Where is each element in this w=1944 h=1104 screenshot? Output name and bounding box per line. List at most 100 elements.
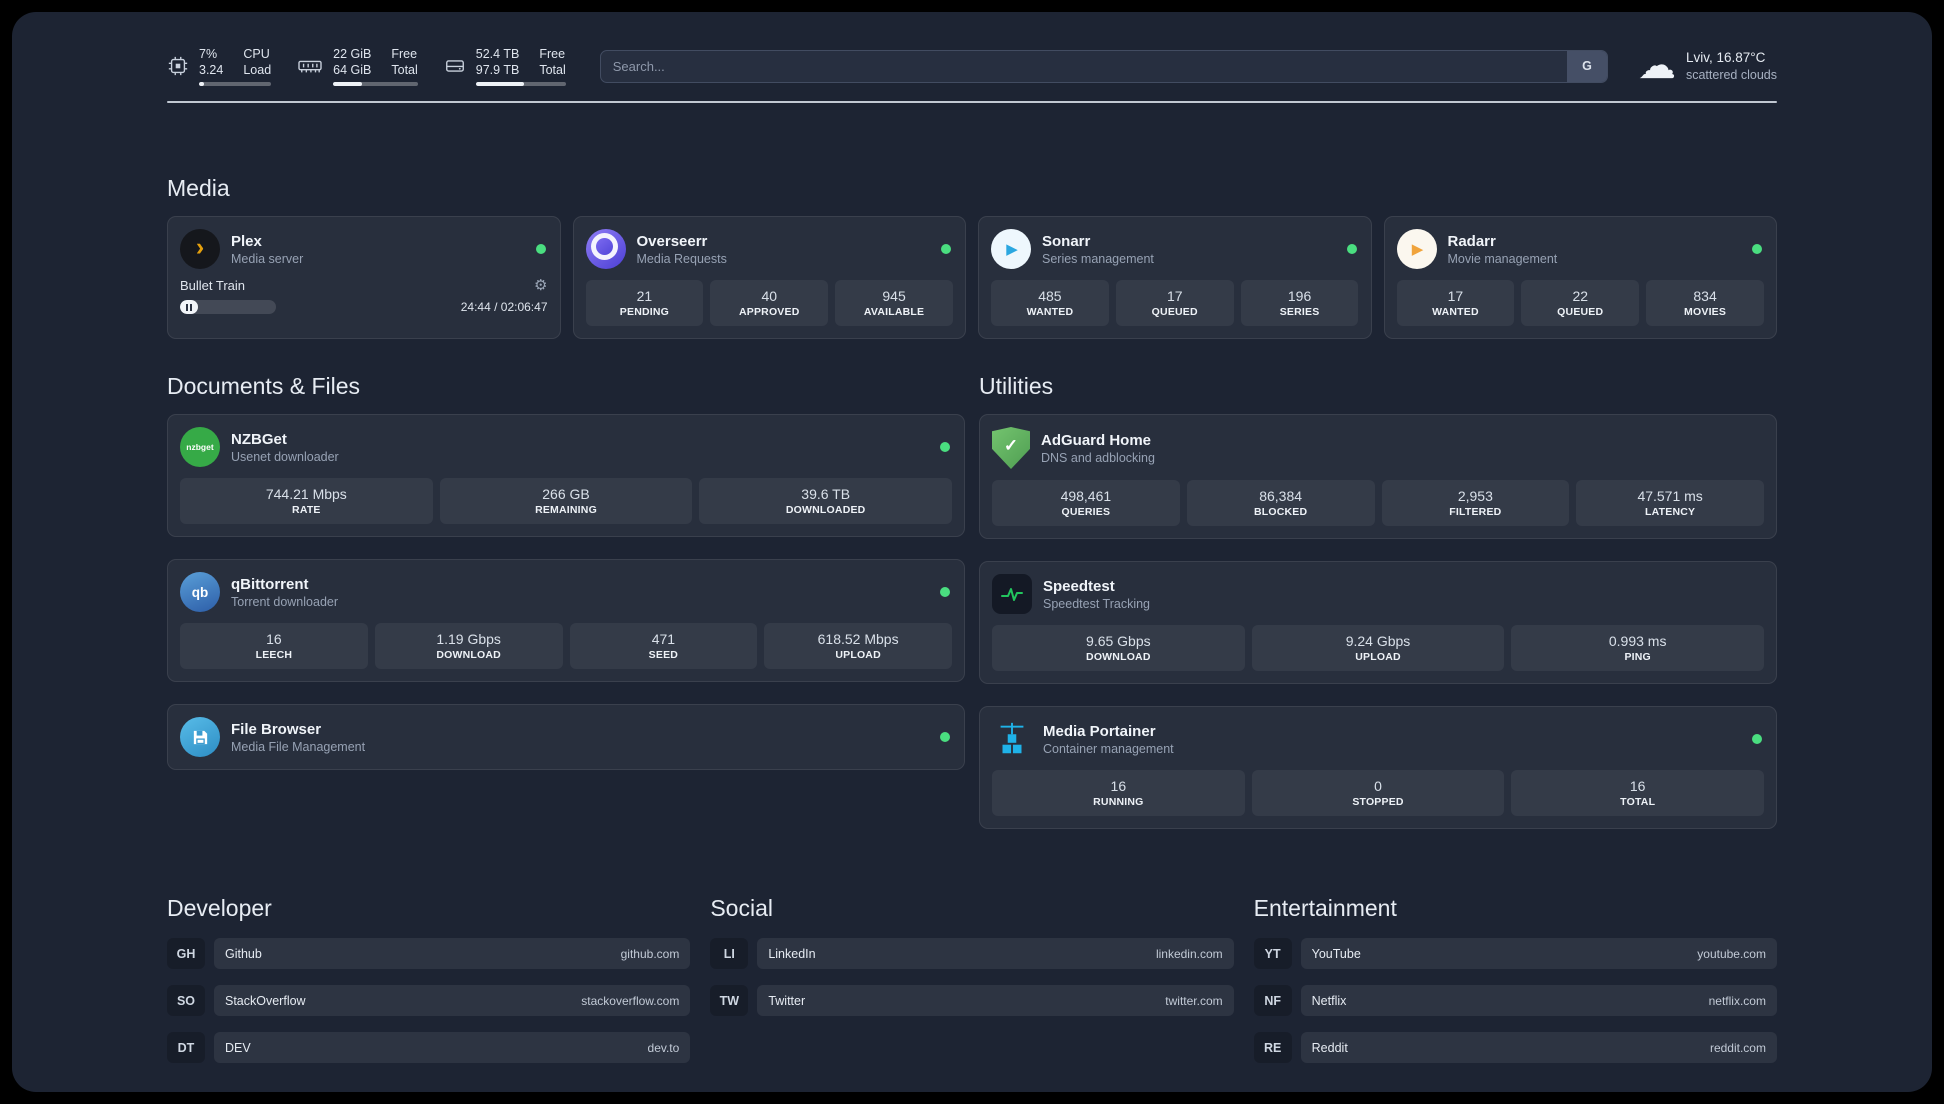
stat-label: STOPPED (1352, 796, 1404, 808)
section-title-utilities: Utilities (979, 373, 1054, 399)
portainer-icon (992, 719, 1032, 759)
bookmark-group-developer: Developer GH Github github.com SO StackO… (167, 895, 691, 1063)
stat-label: DOWNLOAD (436, 649, 501, 661)
playback-time: 24:44 / 02:06:47 (460, 300, 548, 314)
gear-icon[interactable]: ⚙ (534, 278, 547, 293)
bookmark-github[interactable]: GH Github github.com (167, 938, 691, 969)
bookmark-name: Github (225, 946, 262, 961)
cpu-usage: 7% (199, 47, 218, 61)
bookmark-group-entertainment: Entertainment YT YouTube youtube.com NF … (1253, 895, 1777, 1063)
stat-value: 2,953 (1457, 488, 1493, 504)
resource-memory: 22 GiB 64 GiB Free Total (297, 46, 418, 86)
utilities-column: Utilities ✓ AdGuard Home DNS and adblock… (979, 373, 1777, 829)
stat-approved: 40 APPROVED (710, 280, 829, 326)
stat-label: RATE (292, 504, 321, 516)
stat-label: QUERIES (1061, 506, 1111, 518)
bookmark-url: youtube.com (1697, 946, 1766, 961)
card-nzbget[interactable]: nzbget NZBGet Usenet downloader 744.21 M… (167, 414, 965, 537)
stat-ping: 0.993 ms PING (1511, 625, 1765, 671)
stat-label: QUEUED (1151, 306, 1198, 318)
bookmark-stackoverflow[interactable]: SO StackOverflow stackoverflow.com (167, 985, 691, 1016)
card-speedtest[interactable]: Speedtest Speedtest Tracking 9.65 Gbps D… (979, 561, 1777, 684)
bookmark-url: dev.to (647, 1040, 680, 1055)
stat-label: PING (1624, 651, 1651, 663)
card-plex[interactable]: › Plex Media server Bullet Train ⚙ 24:44… (167, 216, 561, 339)
stat-blocked: 86,384 BLOCKED (1186, 480, 1375, 526)
memory-label-1: Free (391, 47, 418, 61)
stat-label: DOWNLOADED (785, 504, 866, 516)
stat-label: LATENCY (1645, 506, 1696, 518)
card-adguard[interactable]: ✓ AdGuard Home DNS and adblocking 498,46… (979, 414, 1777, 539)
stat-value: 0 (1374, 778, 1382, 794)
stat-value: 21 (636, 288, 653, 304)
stat-value: 471 (651, 631, 676, 647)
speedtest-icon (992, 574, 1032, 614)
bookmark-reddit[interactable]: RE Reddit reddit.com (1253, 1032, 1777, 1063)
app-subtitle: Container management (1043, 741, 1174, 756)
app-subtitle: Media server (231, 251, 304, 266)
stat-value: 40 (761, 288, 778, 304)
card-filebrowser[interactable]: File Browser Media File Management (167, 704, 965, 770)
stat-label: PENDING (619, 306, 670, 318)
stat-value: 9.24 Gbps (1345, 633, 1411, 649)
bookmark-name: Twitter (768, 993, 806, 1008)
playback-progress-bar[interactable] (180, 300, 276, 314)
card-overseerr[interactable]: Overseerr Media Requests 21 PENDING 40 A… (572, 216, 966, 339)
cpu-label-1: CPU (243, 47, 270, 61)
bookmark-twitter[interactable]: TW Twitter twitter.com (710, 985, 1234, 1016)
app-subtitle: Torrent downloader (231, 594, 339, 609)
stat-leech: 16 LEECH (180, 623, 368, 669)
stat-upload: 618.52 Mbps UPLOAD (764, 623, 952, 669)
stat-running: 16 RUNNING (992, 770, 1245, 816)
memory-bar (333, 82, 418, 86)
disk-label-1: Free (539, 47, 566, 61)
pause-button[interactable] (180, 300, 199, 314)
stat-label: WANTED (1026, 306, 1074, 318)
status-dot (1346, 244, 1357, 254)
card-qbittorrent[interactable]: qb qBittorrent Torrent downloader 16 LEE… (167, 559, 965, 682)
app-subtitle: DNS and adblocking (1041, 450, 1155, 465)
qbittorrent-icon: qb (180, 572, 220, 612)
dashboard: 7% 3.24 CPU Load 22 GiB 64 GiB Free Tota… (12, 12, 1932, 1092)
nzbget-icon: nzbget (180, 427, 220, 467)
bookmark-youtube[interactable]: YT YouTube youtube.com (1253, 938, 1777, 969)
stat-value: 47.571 ms (1637, 488, 1703, 504)
status-dot (1752, 734, 1762, 744)
stat-pending: 21 PENDING (585, 280, 704, 326)
bookmark-url: linkedin.com (1155, 946, 1223, 961)
app-name: NZBGet (231, 430, 287, 448)
app-name: qBittorrent (231, 575, 309, 593)
app-subtitle: Media File Management (231, 739, 366, 754)
bookmark-dev[interactable]: DT DEV dev.to (167, 1032, 691, 1063)
cpu-label-2: Load (243, 63, 272, 77)
search-input[interactable] (599, 49, 1608, 83)
app-subtitle: Movie management (1447, 251, 1558, 266)
resource-disk: 52.4 TB 97.9 TB Free Total (444, 46, 566, 86)
stat-label: UPLOAD (835, 649, 881, 661)
cpu-icon (168, 56, 188, 76)
bookmark-name: YouTube (1311, 946, 1361, 961)
stat-label: UPLOAD (1355, 651, 1401, 663)
stat-downloaded: 39.6 TB DOWNLOADED (699, 478, 953, 524)
app-subtitle: Media Requests (636, 251, 727, 266)
stat-value: 86,384 (1259, 488, 1303, 504)
stat-value: 17 (1447, 288, 1464, 304)
plex-now-playing-widget: Bullet Train ⚙ 24:44 / 02:06:47 (180, 278, 548, 314)
bookmark-netflix[interactable]: NF Netflix netflix.com (1253, 985, 1777, 1016)
stat-queued: 17 QUEUED (1115, 280, 1234, 326)
stat-value: 22 (1572, 288, 1589, 304)
bookmark-linkedin[interactable]: LI LinkedIn linkedin.com (710, 938, 1234, 969)
card-sonarr[interactable]: ▶ Sonarr Series management 485 WANTED 17… (978, 216, 1372, 339)
card-radarr[interactable]: ▶ Radarr Movie management 17 WANTED 22 Q… (1383, 216, 1777, 339)
cloud-icon: ☁ (1637, 45, 1676, 87)
stat-label: BLOCKED (1253, 506, 1308, 518)
bookmark-url: stackoverflow.com (581, 993, 680, 1008)
search-provider-button[interactable]: G (1566, 50, 1607, 82)
bookmark-name: StackOverflow (225, 993, 306, 1008)
app-subtitle: Series management (1042, 251, 1154, 266)
stat-label: SEED (648, 649, 679, 661)
bookmark-url: netflix.com (1708, 993, 1766, 1008)
card-portainer[interactable]: Media Portainer Container management 16 … (979, 706, 1777, 829)
stat-value: 498,461 (1060, 488, 1112, 504)
disk-total: 97.9 TB (475, 63, 520, 77)
